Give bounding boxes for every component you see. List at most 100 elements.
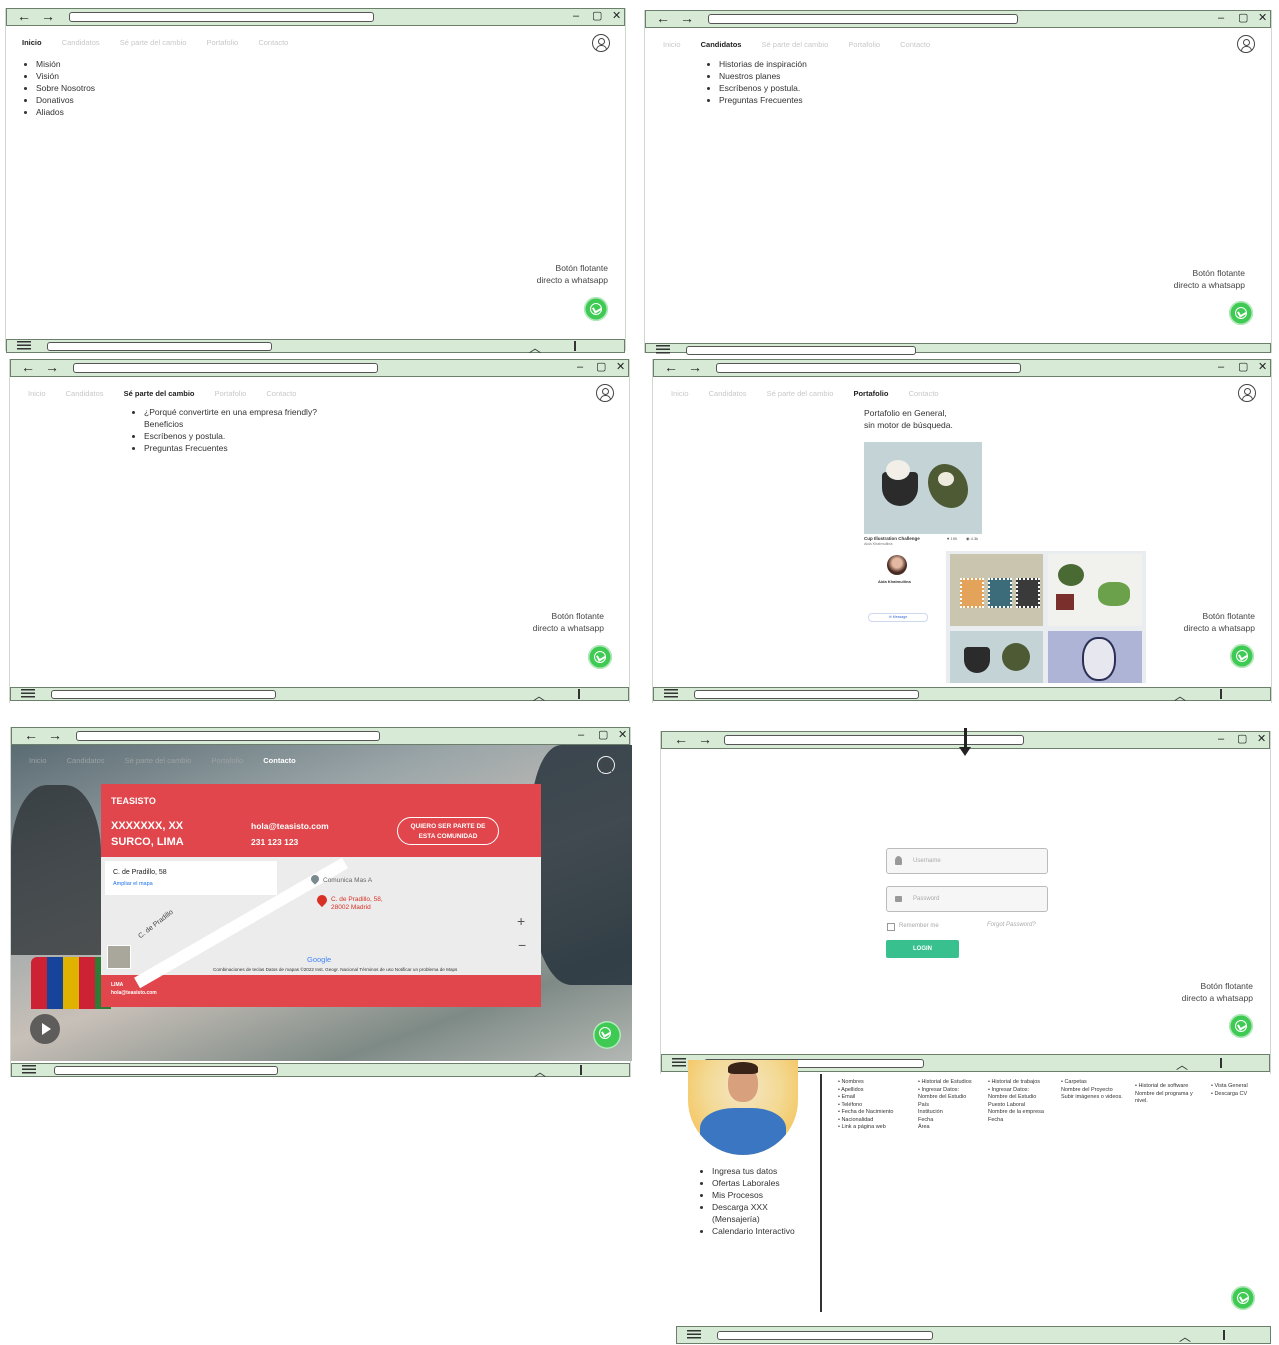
close-icon[interactable]: ✕ bbox=[612, 9, 621, 24]
map-embed[interactable]: C. de Pradillo, 58 Ampliar el mapa Comun… bbox=[101, 857, 541, 989]
address-bar[interactable] bbox=[69, 12, 374, 22]
bottom-address-bar[interactable] bbox=[51, 690, 276, 699]
street-view-thumbnail[interactable] bbox=[107, 945, 131, 969]
maximize-icon[interactable]: ▢ bbox=[1237, 732, 1247, 747]
zoom-out-button[interactable]: − bbox=[518, 937, 526, 953]
remember-checkbox[interactable] bbox=[887, 923, 895, 931]
bottom-address-bar[interactable] bbox=[686, 346, 916, 355]
enlarge-map-link[interactable]: Ampliar el mapa bbox=[113, 881, 153, 887]
hamburger-icon[interactable] bbox=[687, 1330, 701, 1339]
chevron-up-icon[interactable]: ︿ bbox=[533, 687, 545, 704]
user-profile-icon[interactable] bbox=[597, 756, 615, 774]
portrait-illustration[interactable] bbox=[1048, 631, 1142, 683]
minimize-icon[interactable]: – bbox=[573, 9, 579, 24]
tab-candidatos[interactable]: Candidatos bbox=[709, 389, 747, 398]
tab-portafolio[interactable]: Portafolio bbox=[215, 389, 247, 398]
tab-contacto[interactable]: Contacto bbox=[263, 756, 296, 765]
list-item[interactable]: Aliados bbox=[36, 106, 95, 118]
user-profile-icon[interactable] bbox=[1237, 35, 1255, 53]
list-item[interactable]: Donativos bbox=[36, 94, 95, 106]
minimize-icon[interactable]: – bbox=[1218, 732, 1224, 747]
tab-se-parte[interactable]: Sé parte del cambio bbox=[124, 389, 195, 398]
address-bar[interactable] bbox=[708, 14, 1018, 24]
hamburger-icon[interactable] bbox=[22, 1065, 36, 1074]
list-item[interactable]: Misión bbox=[36, 58, 95, 70]
forward-icon[interactable]: → bbox=[680, 11, 694, 26]
login-button[interactable]: LOGIN bbox=[886, 940, 959, 958]
whatsapp-icon[interactable] bbox=[593, 1021, 621, 1049]
hamburger-icon[interactable] bbox=[17, 341, 31, 350]
tab-se-parte[interactable]: Sé parte del cambio bbox=[120, 38, 187, 47]
back-icon[interactable]: ← bbox=[24, 728, 38, 743]
join-community-button[interactable]: QUIERO SER PARTE DE ESTA COMUNIDAD bbox=[397, 817, 499, 845]
stamps-illustration[interactable] bbox=[950, 554, 1043, 626]
maximize-icon[interactable]: ▢ bbox=[1238, 360, 1248, 375]
list-item[interactable]: Calendario Interactivo bbox=[712, 1225, 795, 1237]
forward-icon[interactable]: → bbox=[688, 360, 702, 375]
tab-contacto[interactable]: Contacto bbox=[900, 40, 930, 49]
list-item[interactable]: Sobre Nosotros bbox=[36, 82, 95, 94]
tab-portafolio[interactable]: Portafolio bbox=[848, 40, 880, 49]
tab-inicio[interactable]: Inicio bbox=[29, 756, 47, 765]
minimize-icon[interactable]: – bbox=[578, 728, 584, 743]
tab-portafolio[interactable]: Portafolio bbox=[207, 38, 239, 47]
whatsapp-icon[interactable] bbox=[1230, 644, 1254, 668]
tab-contacto[interactable]: Contacto bbox=[258, 38, 288, 47]
close-icon[interactable]: ✕ bbox=[1258, 360, 1267, 375]
forward-icon[interactable]: → bbox=[45, 360, 59, 375]
list-item[interactable]: Escríbenos y postula. bbox=[144, 430, 317, 442]
minimize-icon[interactable]: – bbox=[1218, 11, 1224, 26]
list-item[interactable]: Mis Procesos bbox=[712, 1189, 795, 1201]
whatsapp-icon[interactable] bbox=[584, 297, 608, 321]
close-icon[interactable]: ✕ bbox=[616, 360, 625, 375]
list-item[interactable]: Nuestros planes bbox=[719, 70, 807, 82]
back-icon[interactable]: ← bbox=[664, 360, 678, 375]
password-input[interactable]: Password bbox=[886, 886, 1048, 912]
chevron-up-icon[interactable]: ︿ bbox=[1179, 1328, 1191, 1345]
minimize-icon[interactable]: – bbox=[577, 360, 583, 375]
chevron-up-icon[interactable]: ︿ bbox=[1176, 1056, 1188, 1073]
user-profile-icon[interactable] bbox=[592, 34, 610, 52]
close-icon[interactable]: ✕ bbox=[618, 728, 627, 743]
back-icon[interactable]: ← bbox=[17, 9, 31, 24]
address-bar[interactable] bbox=[724, 735, 1024, 745]
hamburger-icon[interactable] bbox=[21, 689, 35, 698]
footer-email[interactable]: hola@teasisto.com bbox=[111, 990, 157, 996]
message-button[interactable]: ✉ Message bbox=[868, 613, 928, 622]
user-profile-icon[interactable] bbox=[1238, 384, 1256, 402]
tab-candidatos[interactable]: Candidatos bbox=[62, 38, 100, 47]
address-bar[interactable] bbox=[73, 363, 378, 373]
whatsapp-icon[interactable] bbox=[1231, 1286, 1255, 1310]
back-icon[interactable]: ← bbox=[656, 11, 670, 26]
user-profile-icon[interactable] bbox=[596, 384, 614, 402]
whatsapp-icon[interactable] bbox=[1229, 301, 1253, 325]
whatsapp-icon[interactable] bbox=[1229, 1014, 1253, 1038]
plants-illustration[interactable] bbox=[1048, 554, 1142, 626]
back-icon[interactable]: ← bbox=[674, 732, 688, 747]
address-bar[interactable] bbox=[716, 363, 1021, 373]
forward-icon[interactable]: → bbox=[41, 9, 55, 24]
hamburger-icon[interactable] bbox=[672, 1058, 686, 1067]
bottom-address-bar[interactable] bbox=[694, 690, 919, 699]
username-input[interactable]: Username bbox=[886, 848, 1048, 874]
tab-candidatos[interactable]: Candidatos bbox=[701, 40, 742, 49]
profile-photo[interactable] bbox=[688, 1060, 798, 1155]
hamburger-icon[interactable] bbox=[664, 689, 678, 698]
bottom-address-bar[interactable] bbox=[54, 1066, 278, 1075]
maximize-icon[interactable]: ▢ bbox=[1238, 11, 1248, 26]
bottom-address-bar[interactable] bbox=[47, 342, 272, 351]
zoom-in-button[interactable]: + bbox=[517, 913, 525, 929]
forward-icon[interactable]: → bbox=[48, 728, 62, 743]
close-icon[interactable]: ✕ bbox=[1258, 11, 1267, 26]
email-link[interactable]: hola@teasisto.com bbox=[251, 818, 329, 834]
list-item[interactable]: Historias de inspiración bbox=[719, 58, 807, 70]
list-item[interactable]: Preguntas Frecuentes bbox=[719, 94, 807, 106]
list-item[interactable]: Ofertas Laborales bbox=[712, 1177, 795, 1189]
chevron-up-icon[interactable]: ︿ bbox=[534, 1063, 546, 1080]
bottom-address-bar[interactable] bbox=[717, 1331, 933, 1340]
card-title[interactable]: Cup Illustration Challenge bbox=[864, 536, 920, 541]
hamburger-icon[interactable] bbox=[656, 345, 670, 354]
tab-contacto[interactable]: Contacto bbox=[266, 389, 296, 398]
play-button[interactable] bbox=[30, 1014, 60, 1044]
maximize-icon[interactable]: ▢ bbox=[596, 360, 606, 375]
